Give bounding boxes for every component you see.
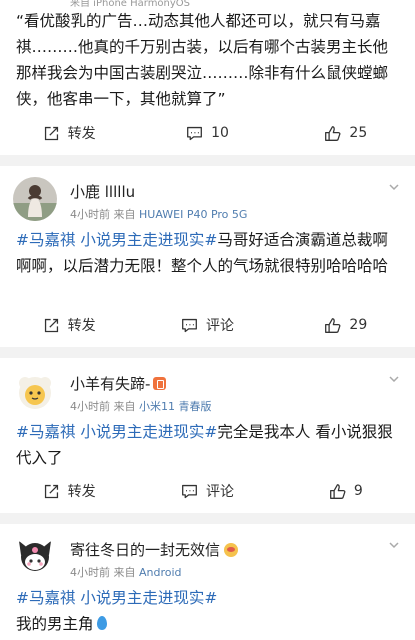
- topic-tag[interactable]: #马嘉祺 小说男主走进现实#: [16, 423, 217, 441]
- weibo-post-card: 寄往冬日的一封无效信 4小时前 来自 Android #马嘉祺 小说男主走进现实…: [0, 524, 415, 640]
- kuromi-avatar-icon: [13, 535, 57, 579]
- post-time: 4小时前: [70, 208, 110, 221]
- repost-label: 转发: [67, 318, 96, 334]
- post-source-prefix: 来自: [113, 400, 136, 413]
- like-count: 29: [349, 317, 368, 333]
- post-text[interactable]: “看优酸乳的广告…动态其他人都还可以，就只有马嘉祺………他真的千万别古装，以后有…: [16, 8, 401, 112]
- post-action-bar: 转发 评论 9: [0, 469, 415, 513]
- post-text[interactable]: #马嘉祺 小说男主走进现实#马哥好适合演霸道总裁啊啊啊，以后潜力无限！整个人的气…: [16, 227, 401, 279]
- post-meta: 4小时前 来自 Android: [70, 564, 182, 580]
- repost-label: 转发: [67, 484, 96, 500]
- avatar-photo-icon: [13, 177, 57, 221]
- post-source: Android: [139, 566, 182, 579]
- post-meta: 4小时前 来自 小米11 青春版: [70, 398, 212, 414]
- post-text[interactable]: #马嘉祺 小说男主走进现实#完全是我本人 看小说狠狠代入了: [16, 419, 401, 471]
- post-time: 4小时前: [70, 566, 110, 579]
- sheep-avatar-icon: [13, 369, 57, 413]
- post-source: 小米11 青春版: [139, 400, 212, 413]
- post-body: 我的男主角: [16, 615, 94, 633]
- repost-button[interactable]: 转发: [0, 303, 138, 347]
- post-source-prefix: 来自: [113, 208, 136, 221]
- post-action-bar: 转发 评论 29: [0, 303, 415, 347]
- username[interactable]: 寄往冬日的一封无效信: [70, 539, 239, 560]
- repost-icon: [44, 318, 58, 332]
- comment-button[interactable]: 评论: [138, 469, 276, 513]
- more-chevron-icon[interactable]: [387, 180, 401, 194]
- avatar[interactable]: [13, 369, 57, 413]
- comment-icon: [182, 484, 197, 498]
- repost-icon: [44, 484, 58, 498]
- weibo-post-card: 来自 iPhone HarmonyOS “看优酸乳的广告…动态其他人都还可以，就…: [0, 0, 415, 155]
- comment-icon: [182, 318, 197, 332]
- comment-label: 评论: [205, 318, 234, 334]
- like-button[interactable]: 29: [277, 303, 415, 347]
- droplet-emoji-icon: [96, 616, 107, 630]
- topic-tag[interactable]: #马嘉祺 小说男主走进现实#: [16, 589, 217, 607]
- topic-tag[interactable]: #马嘉祺 小说男主走进现实#: [16, 231, 217, 249]
- weibo-post-card: 小羊有失蹄- 4小时前 来自 小米11 青春版 #马嘉祺 小说男主走进现实#完全…: [0, 358, 415, 513]
- comment-count: 10: [211, 125, 229, 141]
- avatar[interactable]: [13, 535, 57, 579]
- post-time: 4小时前: [70, 400, 110, 413]
- like-button[interactable]: 9: [277, 469, 415, 513]
- repost-button[interactable]: 转发: [0, 111, 138, 155]
- username[interactable]: 小鹿 lllllu: [70, 181, 135, 202]
- post-meta: 4小时前 来自 HUAWEI P40 Pro 5G: [70, 206, 247, 222]
- post-text[interactable]: #马嘉祺 小说男主走进现实# 我的男主角: [16, 585, 401, 637]
- like-count: 9: [353, 483, 363, 499]
- repost-icon: [44, 126, 58, 140]
- like-count: 25: [349, 125, 368, 141]
- comment-icon: [187, 126, 203, 140]
- more-chevron-icon[interactable]: [387, 372, 401, 386]
- like-icon: [325, 317, 341, 333]
- avatar[interactable]: [13, 177, 57, 221]
- comment-label: 评论: [205, 484, 234, 500]
- like-icon: [325, 125, 341, 141]
- weibo-post-card: 小鹿 lllllu 4小时前 来自 HUAWEI P40 Pro 5G #马嘉祺…: [0, 166, 415, 347]
- emoji-badge-icon: [224, 543, 239, 557]
- post-action-bar: 转发 10 25: [0, 111, 415, 155]
- repost-label: 转发: [67, 126, 96, 142]
- comment-button[interactable]: 10: [138, 111, 276, 155]
- username[interactable]: 小羊有失蹄-: [70, 373, 167, 394]
- post-source: HUAWEI P40 Pro 5G: [139, 208, 248, 221]
- repost-button[interactable]: 转发: [0, 469, 138, 513]
- post-source-prefix: 来自: [113, 566, 136, 579]
- like-icon: [329, 483, 346, 499]
- more-chevron-icon[interactable]: [387, 538, 401, 552]
- member-badge-icon: [153, 377, 167, 390]
- comment-button[interactable]: 评论: [138, 303, 276, 347]
- like-button[interactable]: 25: [277, 111, 415, 155]
